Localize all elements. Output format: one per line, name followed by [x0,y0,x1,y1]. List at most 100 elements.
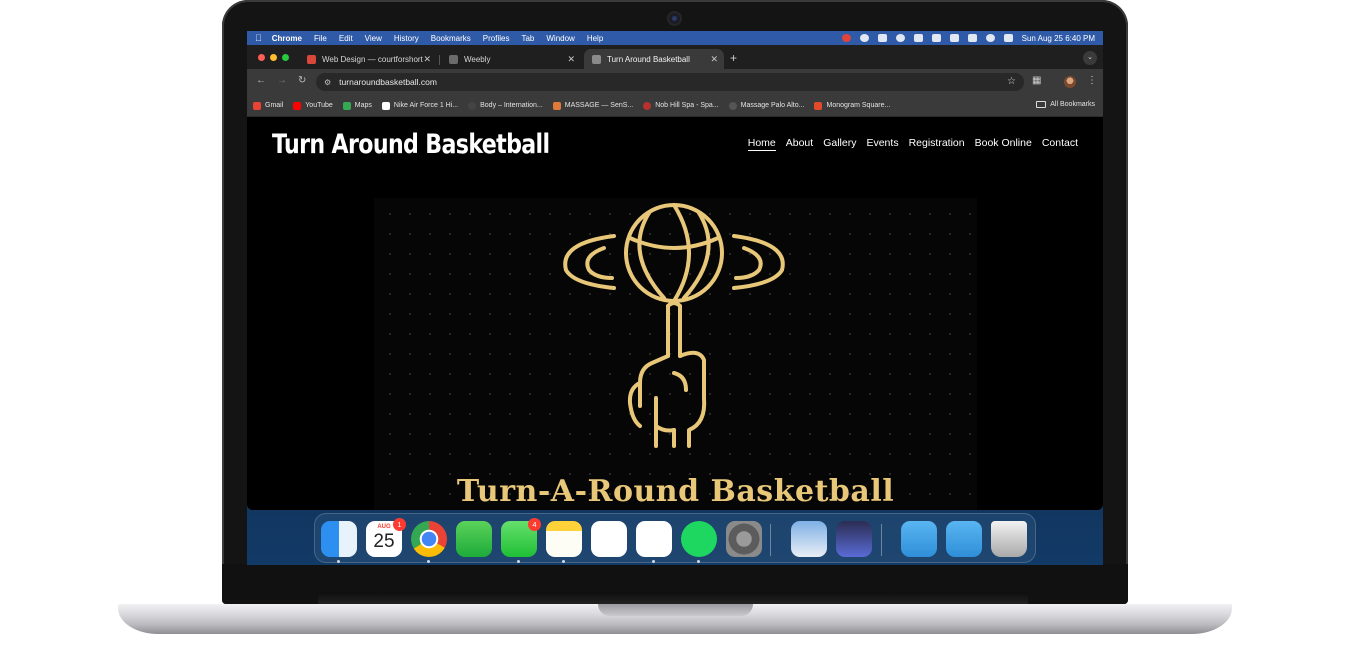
extensions-puzzle-icon[interactable]: ▦ [1032,75,1041,86]
chrome-menu-icon[interactable]: ⋮ [1087,75,1097,86]
bookmark-label: Massage Palo Alto... [740,102,805,109]
bookmark-body-international[interactable]: Body – Internation... [468,101,543,110]
spinning-basketball-logo-icon [563,203,785,448]
menu-edit[interactable]: Edit [339,34,353,43]
spotify-icon[interactable] [681,521,717,557]
facetime-icon[interactable] [456,521,492,557]
menu-bookmarks[interactable]: Bookmarks [431,34,471,43]
massage-favicon-icon [552,101,561,110]
nav-about[interactable]: About [786,137,813,151]
bookmark-massage-sens[interactable]: MASSAGE — SenS... [552,101,633,110]
bookmark-label: Maps [354,102,372,109]
dock-separator [770,524,771,556]
tab-web-design[interactable]: Web Design — courtforshort ✕ [299,49,437,69]
notes-icon[interactable] [546,521,582,557]
calendar-day: 25 [373,531,395,552]
laptop-screen:  Chrome File Edit View History Bookmark… [247,31,1103,565]
nav-contact[interactable]: Contact [1042,137,1078,151]
menu-help[interactable]: Help [587,34,603,43]
body-favicon-icon [468,101,477,110]
nav-home[interactable]: Home [747,137,776,151]
website-viewport: Turn Around Basketball Home About Galler… [247,117,1103,510]
chrome-window: Web Design — courtforshort ✕ Weebly ✕ Tu… [247,45,1103,510]
system-settings-icon[interactable] [726,521,762,557]
volume-icon[interactable] [913,34,923,42]
tab-separator [439,55,440,65]
download-status-icon[interactable] [877,34,887,42]
window-zoom-button[interactable] [282,54,289,61]
menu-file[interactable]: File [314,34,327,43]
tab-favicon-icon [307,54,316,64]
tab-weebly[interactable]: Weebly ✕ [441,49,581,69]
reminders-icon[interactable] [591,521,627,557]
menu-tab[interactable]: Tab [521,34,534,43]
bookmark-youtube[interactable]: YouTube [293,101,333,110]
bookmark-maps[interactable]: Maps [342,101,372,110]
nav-events[interactable]: Events [866,137,898,151]
running-indicator [697,560,700,563]
menu-app-name[interactable]: Chrome [272,34,302,43]
menu-history[interactable]: History [394,34,419,43]
calendar-badge: 1 [393,518,406,531]
wifi-icon[interactable] [967,34,977,42]
reload-icon[interactable]: ↻ [298,75,306,86]
battery-icon[interactable] [949,34,959,42]
tab-close-icon[interactable]: ✕ [567,54,575,65]
spotlight-search-icon[interactable] [985,34,995,42]
downloads-folder-icon[interactable] [946,521,982,557]
nav-registration[interactable]: Registration [909,137,965,151]
site-info-icon[interactable]: ⚙ [324,78,331,87]
applications-folder-icon[interactable] [901,521,937,557]
menu-window[interactable]: Window [546,34,574,43]
macos-dock: AUG 25 1 4 [314,513,1036,563]
tab-close-icon[interactable]: ✕ [710,54,718,65]
screenshot-app-icon[interactable] [836,521,872,557]
address-bar-url[interactable]: turnaroundbasketball.com [339,77,437,87]
bookmark-nob-hill-spa[interactable]: Nob Hill Spa - Spa... [643,101,719,110]
record-status-icon[interactable] [841,34,851,42]
preview-icon[interactable] [791,521,827,557]
nav-book-online[interactable]: Book Online [975,137,1032,151]
bookmark-monogram-square[interactable]: Monogram Square... [814,101,890,110]
laptop-hinge [318,592,1028,604]
tab-favicon-icon [592,54,601,64]
tab-search-chevron-icon[interactable]: ⌄ [1083,51,1097,65]
all-bookmarks-button[interactable]: All Bookmarks [1036,101,1095,108]
hero-heading: Turn-A-Round Basketball [456,474,895,509]
calendar-icon[interactable]: AUG 25 1 [366,518,406,557]
bookmark-massage-palo-alto[interactable]: Massage Palo Alto... [728,101,805,110]
menu-profiles[interactable]: Profiles [483,34,510,43]
weather-cloud-app-icon[interactable] [636,521,672,557]
address-bar[interactable]: ⚙ turnaroundbasketball.com ☆ [316,73,1024,91]
back-arrow-icon[interactable]: ← [256,75,266,86]
menu-view[interactable]: View [365,34,382,43]
google-chrome-icon[interactable] [411,521,447,557]
monogram-favicon-icon [814,101,823,110]
menu-bar-clock[interactable]: Sun Aug 25 6:40 PM [1022,34,1095,43]
window-close-button[interactable] [258,54,265,61]
window-minimize-button[interactable] [270,54,277,61]
bluetooth-icon[interactable] [931,34,941,42]
nav-gallery[interactable]: Gallery [823,137,856,151]
tab-turn-around-basketball[interactable]: Turn Around Basketball ✕ [584,49,724,69]
bookmark-gmail[interactable]: Gmail [253,101,284,110]
site-title[interactable]: Turn Around Basketball [272,129,550,160]
bookmark-nike[interactable]: Nike Air Force 1 Hi... [381,101,458,110]
new-tab-plus-icon[interactable]: + [730,51,737,65]
bookmark-star-icon[interactable]: ☆ [1007,76,1016,87]
tab-favicon-icon [449,54,458,64]
forward-arrow-icon[interactable]: → [277,75,287,86]
messages-badge: 4 [528,518,541,531]
messages-icon[interactable]: 4 [501,518,541,557]
time-machine-icon[interactable] [895,34,905,42]
finder-icon[interactable] [321,521,357,557]
tab-close-icon[interactable]: ✕ [423,54,431,65]
apple-logo-icon[interactable]:  [255,33,262,43]
control-center-icon[interactable] [1003,34,1013,42]
trash-icon[interactable] [991,521,1027,557]
laptop-opening-notch [598,604,753,616]
cloud-icon[interactable] [859,34,869,42]
profile-avatar[interactable] [1064,76,1076,88]
tab-strip: Web Design — courtforshort ✕ Weebly ✕ Tu… [247,45,1103,69]
bookmark-label: Gmail [265,102,284,109]
